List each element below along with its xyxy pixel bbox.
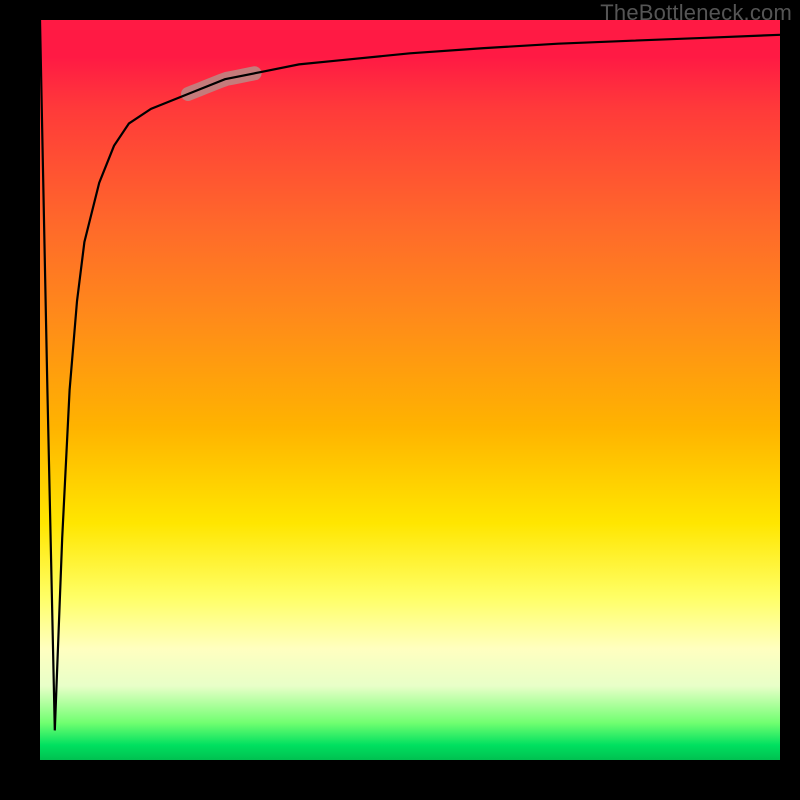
plot-area	[40, 20, 780, 760]
chart-container: TheBottleneck.com	[0, 0, 800, 800]
chart-svg	[40, 20, 780, 760]
curve-main	[40, 20, 780, 730]
